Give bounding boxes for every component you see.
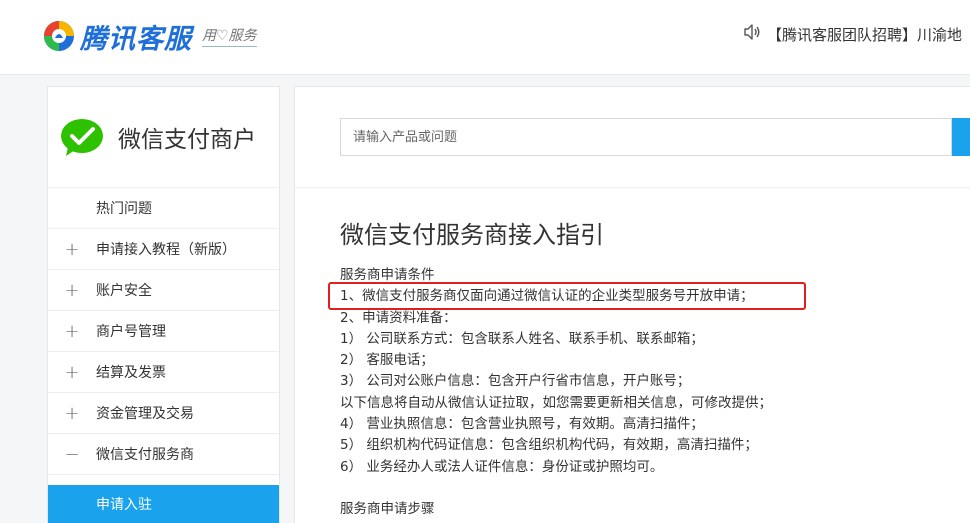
article-line: 1） 公司联系方式：包含联系人姓名、联系手机、联系邮箱；: [340, 330, 704, 347]
sidebar-item-label: 账户安全: [96, 283, 152, 299]
highlight-annotation: [328, 282, 806, 310]
sidebar-brand-title: 微信支付商户: [118, 127, 256, 153]
article-line: 2） 客服电话；: [340, 352, 434, 369]
wechat-pay-icon: [60, 117, 106, 157]
search-button[interactable]: [952, 118, 970, 156]
sidebar-item-account-security[interactable]: + 账户安全: [48, 270, 279, 311]
tencent-support-logo-icon: [42, 19, 76, 53]
announcement-bar[interactable]: 【腾讯客服团队招聘】川渝地: [743, 22, 962, 46]
sidebar-item-label: 申请接入教程（新版）: [96, 242, 236, 258]
sidebar-item-onboarding-guide[interactable]: + 申请接入教程（新版）: [48, 229, 279, 270]
sidebar-item-funds-transactions[interactable]: + 资金管理及交易: [48, 393, 279, 434]
sidebar-item-merchant-id[interactable]: + 商户号管理: [48, 311, 279, 352]
minus-icon: −: [64, 443, 80, 465]
sidebar-item-hot-questions[interactable]: 热门问题: [48, 188, 279, 229]
sidebar-item-label: 商户号管理: [96, 324, 166, 340]
sidebar-item-service-provider[interactable]: − 微信支付服务商: [48, 434, 279, 475]
speaker-icon: [743, 23, 761, 45]
plus-icon: +: [64, 238, 80, 260]
search-input[interactable]: [340, 118, 952, 156]
article-line: 3） 公司对公账户信息：包含开户行省市信息，开户账号；: [340, 373, 691, 390]
sidebar-item-label: 资金管理及交易: [96, 406, 194, 422]
sidebar-subitem-apply[interactable]: 申请入驻: [48, 485, 279, 523]
article-title: 微信支付服务商接入指引: [340, 221, 604, 249]
sidebar-item-label: 微信支付服务商: [96, 447, 194, 463]
logo-title: 腾讯客服: [80, 23, 192, 55]
sidebar-item-label: 热门问题: [96, 201, 152, 217]
article-line: 以下信息将自动从微信认证拉取，如您需要更新相关信息，可修改提供；: [340, 394, 772, 411]
article-line: 5） 组织机构代码证信息：包含组织机构代码，有效期，高清扫描件；: [340, 437, 758, 454]
top-header: 腾讯客服 用♡服务 【腾讯客服团队招聘】川渝地: [0, 0, 970, 75]
sidebar-item-label: 结算及发票: [96, 365, 166, 381]
sidebar-brand: 微信支付商户: [48, 87, 279, 188]
sidebar-item-settlement-invoice[interactable]: + 结算及发票: [48, 352, 279, 393]
plus-icon: +: [64, 320, 80, 342]
sidebar: 微信支付商户 热门问题 + 申请接入教程（新版） + 账户安全 + 商户号管理 …: [47, 86, 280, 523]
sidebar-subitem-label: 申请入驻: [96, 497, 152, 513]
plus-icon: +: [64, 279, 80, 301]
article-line: 4） 营业执照信息：包含营业执照号，有效期。高清扫描件；: [340, 416, 704, 433]
site-logo[interactable]: 腾讯客服 用♡服务: [42, 16, 257, 56]
article-line: 6） 业务经办人或法人证件信息：身份证或护照均可。: [340, 458, 664, 475]
search-bar: [295, 87, 970, 188]
plus-icon: +: [64, 361, 80, 383]
section-heading: 服务商申请步骤: [340, 500, 435, 517]
announcement-text[interactable]: 【腾讯客服团队招聘】川渝地: [767, 24, 962, 45]
article-line: 2、申请资料准备：: [340, 309, 457, 326]
plus-icon: +: [64, 402, 80, 424]
logo-slogan: 用♡服务: [202, 25, 257, 47]
